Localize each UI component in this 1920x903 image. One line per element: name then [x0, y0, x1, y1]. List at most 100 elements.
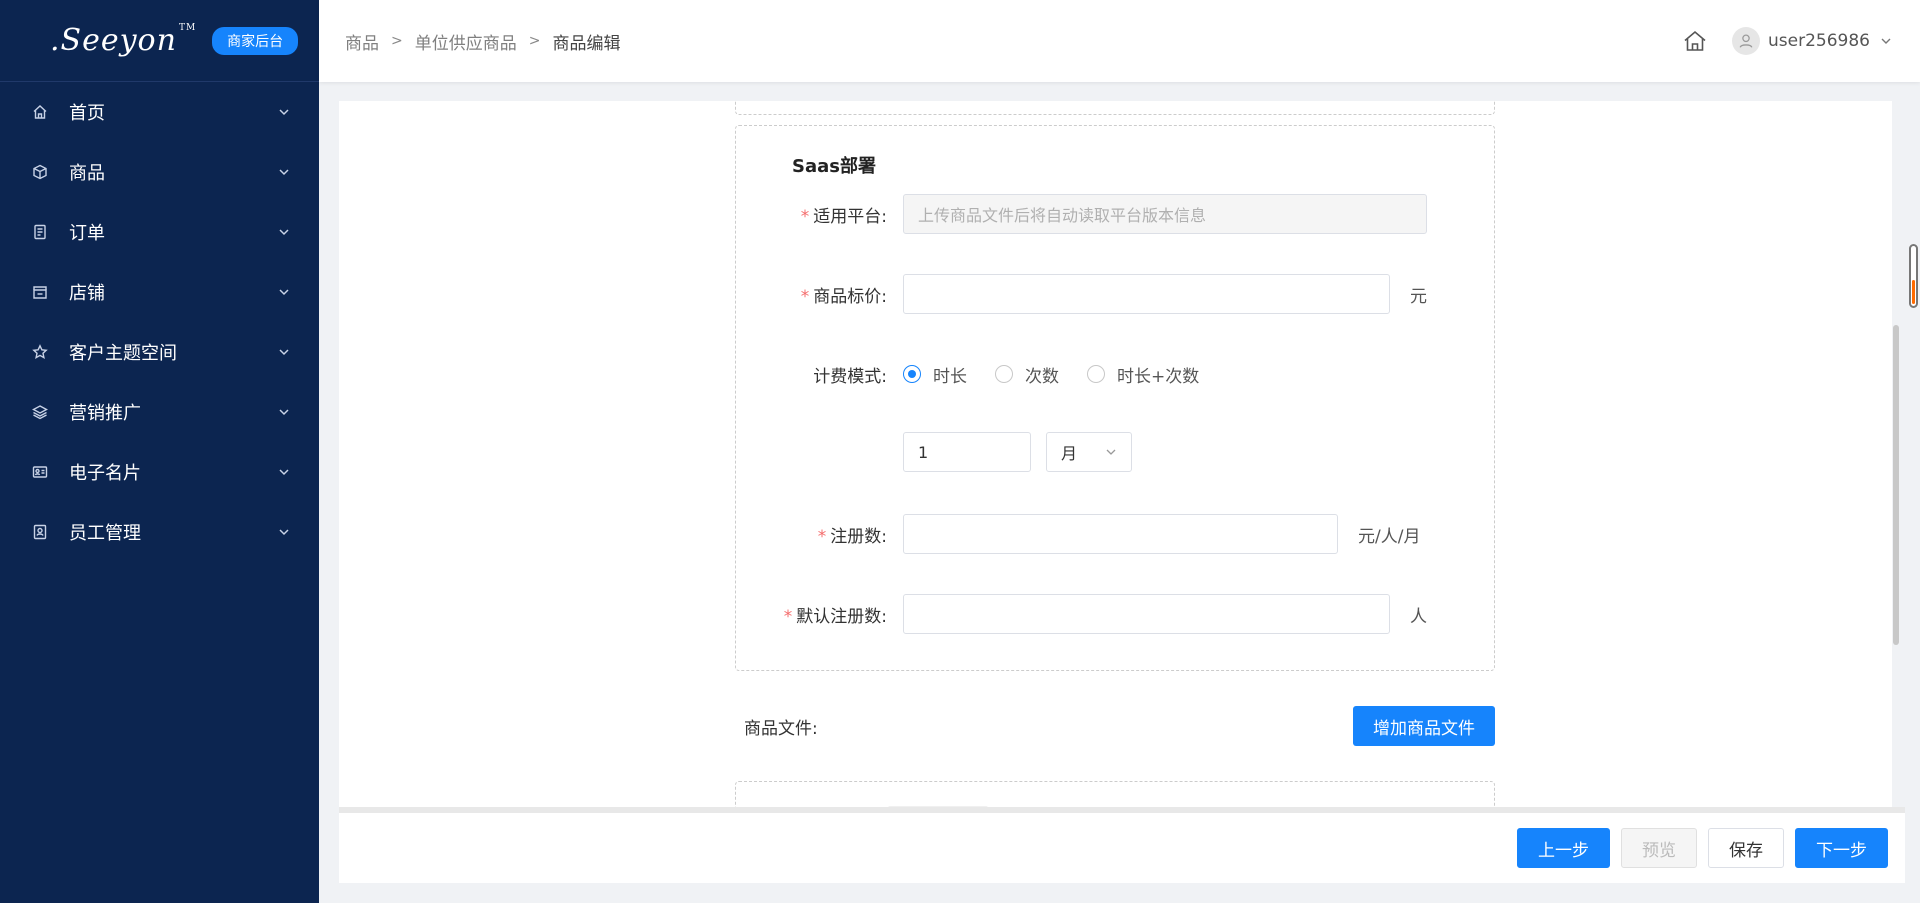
previous-section-box: [735, 101, 1495, 115]
user-area: user256986: [1682, 0, 1920, 82]
logo-tm: TM: [178, 23, 197, 33]
layers-icon: [31, 403, 49, 421]
merchant-backend-badge: 商家后台: [212, 26, 299, 55]
username[interactable]: user256986: [1768, 31, 1870, 51]
home-icon: [31, 103, 49, 121]
breadcrumb: 商品 > 单位供应商品 > 商品编辑: [345, 29, 620, 54]
previous-step-button[interactable]: 上一步: [1517, 828, 1610, 868]
sidebar-item-label: 营销推广: [69, 403, 141, 424]
breadcrumb-product-edit: 商品编辑: [552, 33, 621, 54]
breadcrumb-separator: >: [528, 33, 541, 49]
chevron-down-icon: [279, 529, 289, 536]
section-title: Saas部署: [792, 156, 876, 177]
radio-unchecked-icon: [995, 365, 1013, 383]
store-icon: [31, 283, 49, 301]
default-registration-label: * 默认注册数:: [736, 602, 903, 627]
product-files-label: 商品文件:: [744, 718, 818, 739]
main-content: Saas部署 * 适用平台: 上传商品文件后将自动读取平台版本信息 * 商品标价: …: [339, 101, 1892, 807]
price-input[interactable]: [903, 274, 1390, 314]
sidebar-item-orders[interactable]: 订单: [0, 202, 319, 262]
breadcrumb-unit-supply-products[interactable]: 单位供应商品: [415, 29, 517, 54]
required-mark: *: [783, 606, 793, 627]
sidebar-item-store[interactable]: 店铺: [0, 262, 319, 322]
price-label-text: 商品标价:: [813, 286, 887, 307]
billing-option-duration[interactable]: 时长: [903, 362, 967, 387]
action-footer: 上一步 预览 保存 下一步: [339, 813, 1905, 883]
chevron-down-icon: [1106, 449, 1116, 455]
breadcrumb-separator: >: [391, 33, 403, 49]
radio-label: 时长: [933, 366, 967, 387]
brand: .Seeyon TM 商家后台: [0, 0, 319, 82]
sidebar-item-label: 首页: [69, 103, 105, 124]
chevron-down-icon: [279, 469, 289, 476]
chevron-down-icon: [279, 409, 289, 416]
breadcrumb-products[interactable]: 商品: [345, 29, 379, 54]
duration-input[interactable]: 1: [903, 432, 1031, 472]
registration-row: * 注册数: 元/人/月: [736, 514, 1496, 554]
registration-unit: 元/人/月: [1358, 526, 1421, 547]
chevron-down-icon: [279, 169, 289, 176]
required-mark: *: [800, 286, 810, 307]
home-icon[interactable]: [1682, 28, 1708, 54]
content-scrollbar[interactable]: [1893, 325, 1899, 645]
radio-checked-icon: [903, 365, 921, 383]
person-card-icon: [31, 523, 49, 541]
sidebar-item-home[interactable]: 首页: [0, 82, 319, 142]
avatar[interactable]: [1732, 27, 1761, 55]
registration-input[interactable]: [903, 514, 1338, 554]
duration-unit-value: 月: [1061, 444, 1078, 463]
sidebar-item-label: 店铺: [69, 283, 105, 304]
duration-row: 1 月: [736, 432, 1496, 472]
default-registration-label-text: 默认注册数:: [796, 606, 887, 627]
sidebar-item-label: 商品: [69, 163, 105, 184]
document-icon: [31, 223, 49, 241]
sidebar-item-staff[interactable]: 员工管理: [0, 502, 319, 562]
price-label: * 商品标价:: [736, 282, 903, 307]
sidebar-item-label: 客户主题空间: [69, 343, 177, 364]
scroll-indicator-fill: [1912, 280, 1915, 304]
billing-option-count[interactable]: 次数: [995, 362, 1059, 387]
sidebar: .Seeyon TM 商家后台 首页 商品 订单 店铺 客户主题空间 营销推广 …: [0, 0, 319, 903]
radio-unchecked-icon: [1087, 365, 1105, 383]
user-icon: [1739, 34, 1753, 48]
billing-option-duration-plus-count[interactable]: 时长+次数: [1087, 362, 1199, 387]
sidebar-item-label: 订单: [69, 223, 105, 244]
required-mark: *: [800, 206, 810, 227]
sidebar-item-products[interactable]: 商品: [0, 142, 319, 202]
sidebar-item-marketing[interactable]: 营销推广: [0, 382, 319, 442]
price-row: * 商品标价: 元: [736, 274, 1496, 314]
next-section-box: [735, 781, 1495, 807]
star-icon: [31, 343, 49, 361]
billing-mode-row: 计费模式: 时长 次数 时长+次数: [736, 354, 1496, 394]
default-registration-input[interactable]: [903, 594, 1390, 634]
platform-label-text: 适用平台:: [813, 206, 887, 227]
duration-unit-select[interactable]: 月: [1046, 432, 1132, 472]
default-registration-row: * 默认注册数: 人: [736, 594, 1496, 634]
sidebar-item-customer-space[interactable]: 客户主题空间: [0, 322, 319, 382]
sidebar-item-business-card[interactable]: 电子名片: [0, 442, 319, 502]
save-button[interactable]: 保存: [1708, 828, 1784, 868]
registration-label-text: 注册数:: [830, 526, 887, 547]
sidebar-item-label: 员工管理: [69, 523, 141, 544]
radio-label: 次数: [1025, 366, 1059, 387]
product-files-row: 商品文件: 增加商品文件: [744, 706, 1495, 746]
id-card-icon: [31, 463, 49, 481]
chevron-down-icon: [279, 109, 289, 116]
saas-deployment-section: Saas部署 * 适用平台: 上传商品文件后将自动读取平台版本信息 * 商品标价: …: [735, 125, 1495, 671]
seeyon-logo[interactable]: .Seeyon TM: [50, 23, 196, 58]
price-unit: 元: [1410, 286, 1427, 307]
chevron-down-icon[interactable]: [1880, 35, 1892, 47]
platform-label: * 适用平台:: [736, 202, 903, 227]
chevron-down-icon: [279, 349, 289, 356]
chevron-down-icon: [279, 229, 289, 236]
logo-text: .Seeyon: [50, 23, 177, 58]
radio-label: 时长+次数: [1117, 366, 1200, 387]
add-product-file-button[interactable]: 增加商品文件: [1353, 706, 1495, 746]
sidebar-item-label: 电子名片: [69, 463, 141, 484]
top-bar: 商品 > 单位供应商品 > 商品编辑 user256986: [319, 0, 1920, 82]
preview-button: 预览: [1621, 828, 1697, 868]
platform-input: 上传商品文件后将自动读取平台版本信息: [903, 194, 1427, 234]
platform-row: * 适用平台: 上传商品文件后将自动读取平台版本信息: [736, 194, 1496, 234]
default-registration-unit: 人: [1410, 606, 1427, 627]
next-step-button[interactable]: 下一步: [1795, 828, 1888, 868]
